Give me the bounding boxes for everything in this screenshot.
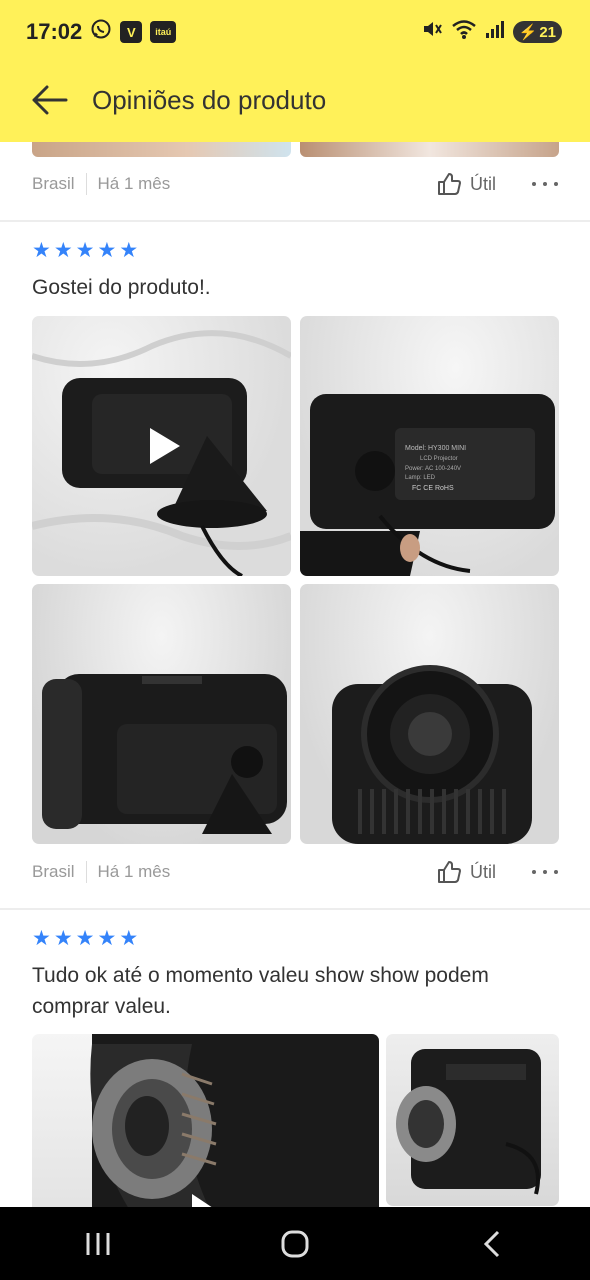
review-video-thumbnail[interactable] — [32, 1034, 379, 1207]
page-title: Opiniões do produto — [92, 84, 327, 115]
review-divider — [0, 908, 590, 910]
review-text: Gostei do produto!. — [32, 276, 211, 299]
useful-label: Útil — [470, 173, 496, 194]
label-line: LCD Projector — [420, 456, 458, 462]
label-line: Model: HY300 MINI — [405, 445, 466, 452]
home-icon — [281, 1230, 309, 1257]
useful-button[interactable]: Útil — [436, 859, 496, 885]
review-photo-thumbnail[interactable]: Model: HY300 MINI LCD Projector Power: A… — [300, 316, 559, 576]
whatsapp-icon — [90, 18, 112, 46]
review-date: Há 1 mês — [97, 862, 171, 881]
home-button[interactable] — [255, 1214, 335, 1274]
thumbs-up-icon — [438, 861, 461, 883]
mute-icon — [421, 18, 443, 46]
meta-divider — [85, 173, 87, 195]
star-icon: ★ — [32, 239, 51, 262]
signal-icon — [485, 18, 505, 46]
back-icon — [483, 1230, 499, 1257]
itau-icon: itaú — [150, 21, 177, 43]
review-photo-thumbnail[interactable] — [32, 142, 291, 157]
projector-front-image — [396, 1049, 541, 1195]
star-icon: ★ — [53, 927, 73, 950]
review-country: Brasil — [32, 862, 75, 881]
star-rating: ★ ★ ★ ★ ★ — [32, 928, 138, 949]
star-icon: ★ — [97, 239, 117, 262]
projector-closeup-image — [90, 1034, 379, 1207]
clock: 17:02 — [26, 19, 83, 44]
projector-label-image: Model: HY300 MINI LCD Projector Power: A… — [300, 394, 555, 576]
back-button[interactable] — [20, 72, 80, 128]
status-bar: 17:02 V itaú ⚡ 21 — [0, 0, 590, 64]
review-divider — [0, 220, 590, 222]
wifi-icon — [451, 18, 477, 46]
review-text: Tudo ok até o momento valeu show show po… — [32, 964, 489, 1018]
label-line: FC CE RoHS — [412, 485, 454, 492]
play-icon — [149, 428, 180, 464]
recent-apps-icon — [86, 1232, 110, 1255]
battery-indicator: ⚡ 21 — [512, 21, 562, 43]
more-options-button[interactable] — [532, 870, 558, 874]
thumbs-up-icon — [438, 173, 461, 195]
more-options-button[interactable] — [532, 182, 558, 186]
app-header: 17:02 V itaú ⚡ 21 Opiniões do produto — [0, 0, 590, 142]
review-photo-thumbnail[interactable] — [386, 1034, 559, 1206]
review-meta: Brasil Há 1 mês Útil — [0, 852, 590, 892]
useful-label: Útil — [470, 861, 496, 882]
review-photo-thumbnail[interactable] — [300, 142, 559, 157]
recent-apps-button[interactable] — [58, 1214, 138, 1274]
projector-side-image — [42, 674, 287, 834]
projector-lens-image — [332, 665, 532, 844]
review-video-thumbnail[interactable] — [32, 316, 291, 576]
arrow-left-icon — [32, 85, 68, 115]
star-icon: ★ — [119, 927, 139, 950]
review-photo-thumbnail[interactable] — [32, 584, 291, 844]
star-icon: ★ — [97, 927, 117, 950]
review-photo-thumbnail[interactable] — [300, 584, 559, 844]
review-date: Há 1 mês — [97, 174, 171, 193]
star-icon: ★ — [32, 927, 51, 950]
star-icon: ★ — [75, 239, 95, 262]
v-app-icon: V — [120, 21, 143, 43]
label-line: Lamp: LED — [405, 475, 436, 481]
reviews-list: Brasil Há 1 mês Útil ★ ★ ★ ★ ★ Gostei do pro… — [0, 142, 590, 1207]
review-country: Brasil — [32, 174, 75, 193]
star-icon: ★ — [53, 239, 73, 262]
back-nav-button[interactable] — [452, 1214, 532, 1274]
system-nav-bar — [0, 1207, 590, 1280]
meta-divider — [85, 861, 87, 883]
star-icon: ★ — [75, 927, 95, 950]
useful-button[interactable]: Útil — [436, 171, 496, 197]
review-meta: Brasil Há 1 mês Útil — [0, 164, 590, 204]
toolbar: Opiniões do produto — [0, 72, 590, 128]
star-icon: ★ — [119, 239, 139, 262]
label-line: Power: AC 100-240V — [405, 466, 461, 472]
star-rating: ★ ★ ★ ★ ★ — [32, 240, 138, 261]
